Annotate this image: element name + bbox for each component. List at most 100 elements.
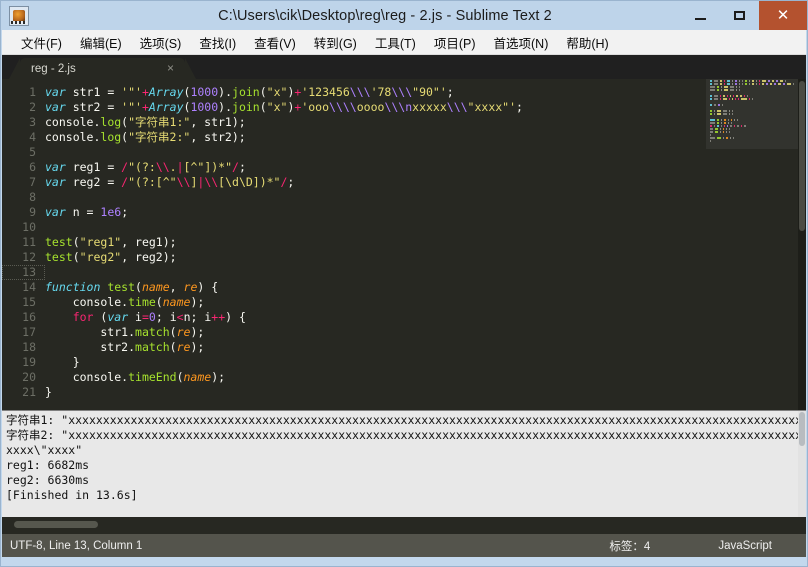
line-number: 10 [2,220,45,235]
maximize-button[interactable] [720,1,759,30]
minimap-token [715,131,718,133]
minimap-token [732,98,733,100]
minimap-token [723,110,727,112]
console-scrollbar-thumb[interactable] [799,412,805,446]
code-editor[interactable]: 1var str1 = '"'+Array(1000).join("x")+'1… [2,79,806,410]
menu-item-view[interactable]: 查看(V) [245,30,305,55]
line-number: 20 [2,370,45,385]
code-text: } [45,385,52,399]
build-output-panel[interactable]: 字符串1: "xxxxxxxxxxxxxxxxxxxxxxxxxxxxxxxxx… [2,410,806,518]
code-line: 6var reg1 = /"(?:\\.|[^"])*"/; [2,160,806,175]
maximize-icon [734,11,745,20]
menu-item-options[interactable]: 选项(S) [131,30,191,55]
minimap-token [723,137,724,139]
minimap[interactable] [706,79,798,410]
code-text: } [45,355,80,369]
minimap-token [739,89,740,91]
code-line: 17 str1.match(re); [2,325,806,340]
minimap-token [720,128,721,130]
menu-item-help[interactable]: 帮助(H) [557,30,617,55]
minimap-token [737,125,739,127]
minimap-token [723,128,724,130]
code-line: 9var n = 1e6; [2,205,806,220]
console-scrollbar[interactable] [798,411,806,518]
minimap-token [720,95,721,97]
code-line: 20 console.timeEnd(name); [2,370,806,385]
minimap-token [739,80,740,82]
minimap-token [740,95,742,97]
status-encoding-position: UTF-8, Line 13, Column 1 [10,540,142,552]
minimap-token [735,83,737,85]
code-text: test("reg1", reg1); [45,235,177,249]
status-tabs-info: 标签：4 [609,538,650,554]
minimap-token [720,83,722,85]
minimap-token [721,119,722,121]
menu-item-goto[interactable]: 转到(G) [305,30,366,55]
line-number: 12 [2,250,45,265]
minimap-token [736,95,738,97]
minimap-token [759,80,760,82]
minimap-token [714,83,718,85]
minimap-token [783,83,785,85]
minimap-token [723,95,725,97]
minimap-token [717,89,719,91]
minimap-token [762,83,764,85]
app-icon [9,6,29,26]
code-line: 18 str2.match(re); [2,340,806,355]
menu-item-edit[interactable]: 编辑(E) [71,30,131,55]
minimap-token [732,83,733,85]
line-number: 9 [2,205,45,220]
code-line: 1var str1 = '"'+Array(1000).join("x")+'1… [2,85,806,100]
minimap-token [785,80,786,82]
minimap-token [721,125,722,127]
editor-vertical-scrollbar[interactable] [798,79,806,410]
minimap-token [735,98,736,100]
minimap-token [766,83,768,85]
minimap-token [723,113,727,115]
editor-scrollbar-thumb[interactable] [799,81,805,231]
code-line: 16 for (var i=0; i<n; i++) { [2,310,806,325]
status-language[interactable]: JavaScript [718,540,772,552]
minimap-token [710,86,715,88]
minimap-token [714,98,718,100]
minimap-token [793,83,794,85]
minimap-token [710,95,712,97]
minimap-token [714,125,715,127]
tab-reg-2-js[interactable]: reg - 2.js × [20,58,185,79]
minimap-token [742,80,743,82]
minimap-token [734,119,735,121]
menu-item-find[interactable]: 查找(I) [190,30,245,55]
menu-item-file[interactable]: 文件(F) [12,30,71,55]
menu-item-preferences[interactable]: 首选项(N) [485,30,558,55]
line-number: 21 [2,385,45,400]
code-line: 10 [2,220,806,235]
line-number: 15 [2,295,45,310]
horizontal-scrollbar[interactable] [2,517,806,534]
minimap-token [710,128,713,130]
code-line: 12test("reg2", reg2); [2,250,806,265]
minimap-token [730,95,731,97]
line-number: 1 [2,85,45,100]
minimap-token [728,119,729,121]
minimap-token [710,122,715,124]
minimap-token [730,137,731,139]
minimap-token [710,104,712,106]
line-number: 14 [2,280,45,295]
minimap-token [710,89,715,91]
minimap-token [710,140,711,142]
minimize-icon [695,18,706,20]
code-line: 7var reg2 = /"(?:[^"\\]|\\[\d\D])*"/; [2,175,806,190]
menu-item-project[interactable]: 项目(P) [425,30,485,55]
horizontal-scrollbar-thumb[interactable] [14,521,98,528]
line-number: 5 [2,145,45,160]
minimize-button[interactable] [681,1,720,30]
close-button[interactable]: ✕ [759,1,807,30]
minimap-token [724,80,725,82]
titlebar: C:\Users\cik\Desktop\reg\reg - 2.js - Su… [1,1,807,30]
minimap-token [732,110,733,112]
code-text: var reg1 = /"(?:\\.|[^"])*"/; [45,160,246,174]
tab-close-icon[interactable]: × [167,61,174,75]
menu-item-tools[interactable]: 工具(T) [366,30,425,55]
minimap-token [776,80,778,82]
code-lines: 1var str1 = '"'+Array(1000).join("x")+'1… [2,79,806,410]
